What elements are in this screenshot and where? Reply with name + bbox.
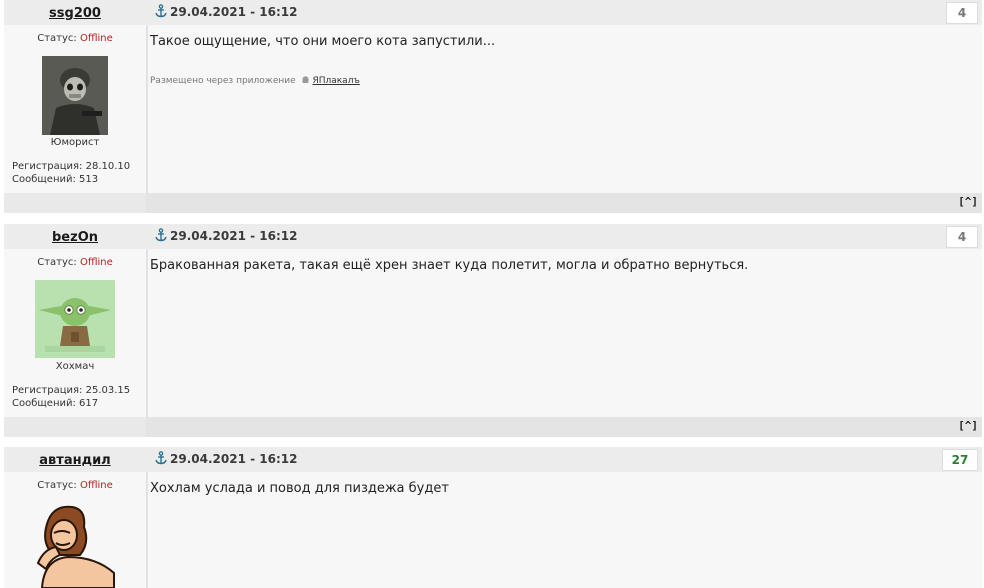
author-nick[interactable]: ssg200 bbox=[49, 6, 101, 21]
user-title: Юморист bbox=[50, 137, 100, 148]
android-icon bbox=[302, 76, 309, 83]
user-status: Статус: Offline bbox=[37, 33, 113, 44]
registration-date: Регистрация: 28.10.10 bbox=[12, 161, 131, 172]
author-nick[interactable]: bezOn bbox=[52, 230, 98, 245]
message-count: Сообщений: 513 bbox=[12, 174, 99, 185]
post-rating[interactable]: 4 bbox=[946, 226, 978, 248]
post-rating[interactable]: 27 bbox=[942, 449, 978, 471]
user-status: Статус: Offline bbox=[37, 480, 113, 491]
status-value: Offline bbox=[79, 480, 113, 491]
anchor-icon[interactable] bbox=[154, 451, 168, 465]
scroll-top-button[interactable]: [^] bbox=[958, 419, 978, 432]
status-value: Offline bbox=[79, 257, 113, 268]
avatar[interactable] bbox=[35, 280, 115, 358]
post-text: Такое ощущение, что они моего кота запус… bbox=[150, 34, 496, 49]
scroll-top-button[interactable]: [^] bbox=[958, 195, 978, 208]
post: bezOn 29.04.2021 - 16:12 4 Статус: Offli… bbox=[4, 224, 982, 417]
author-nick[interactable]: автандил bbox=[39, 453, 110, 468]
user-info: Статус: Offline bbox=[4, 472, 146, 588]
post-body: Такое ощущение, что они моего кота запус… bbox=[150, 25, 982, 193]
user-info: Статус: Offline Юморист Регистрация: 28.… bbox=[4, 25, 146, 193]
app-link[interactable]: ЯПлакалъ bbox=[312, 76, 359, 86]
post-date: 29.04.2021 - 16:12 bbox=[170, 229, 298, 243]
anchor-icon[interactable] bbox=[154, 4, 168, 18]
user-info: Статус: Offline Хохмач Регистрация: 25.0… bbox=[4, 249, 146, 417]
registration-date: Регистрация: 25.03.15 bbox=[12, 385, 131, 396]
post-body: Бракованная ракета, такая ещё хрен знает… bbox=[150, 249, 982, 417]
post-text: Бракованная ракета, такая ещё хрен знает… bbox=[150, 258, 749, 273]
post-header: автандил 29.04.2021 - 16:12 27 bbox=[4, 447, 982, 472]
post-date: 29.04.2021 - 16:12 bbox=[170, 452, 298, 466]
post-date: 29.04.2021 - 16:12 bbox=[170, 5, 298, 19]
posted-via: Размещено через приложение ЯПлакалъ bbox=[150, 76, 360, 86]
avatar[interactable] bbox=[34, 503, 118, 588]
message-count: Сообщений: 617 bbox=[12, 398, 99, 409]
post-header: ssg200 29.04.2021 - 16:12 4 bbox=[4, 0, 982, 25]
post-header: bezOn 29.04.2021 - 16:12 4 bbox=[4, 224, 982, 249]
user-title: Хохмач bbox=[55, 361, 95, 372]
avatar[interactable] bbox=[42, 56, 108, 135]
post: автандил 29.04.2021 - 16:12 27 Статус: O… bbox=[4, 447, 982, 588]
post-body: Хохлам услада и повод для пиздежа будет bbox=[150, 472, 982, 588]
anchor-icon[interactable] bbox=[154, 228, 168, 242]
post-text: Хохлам услада и повод для пиздежа будет bbox=[150, 481, 449, 496]
post: ssg200 29.04.2021 - 16:12 4 Статус: Offl… bbox=[4, 0, 982, 193]
post-rating[interactable]: 4 bbox=[946, 2, 978, 24]
post-footer: [^] bbox=[4, 417, 982, 437]
user-status: Статус: Offline bbox=[37, 257, 113, 268]
status-value: Offline bbox=[79, 33, 113, 44]
post-footer: [^] bbox=[4, 193, 982, 213]
